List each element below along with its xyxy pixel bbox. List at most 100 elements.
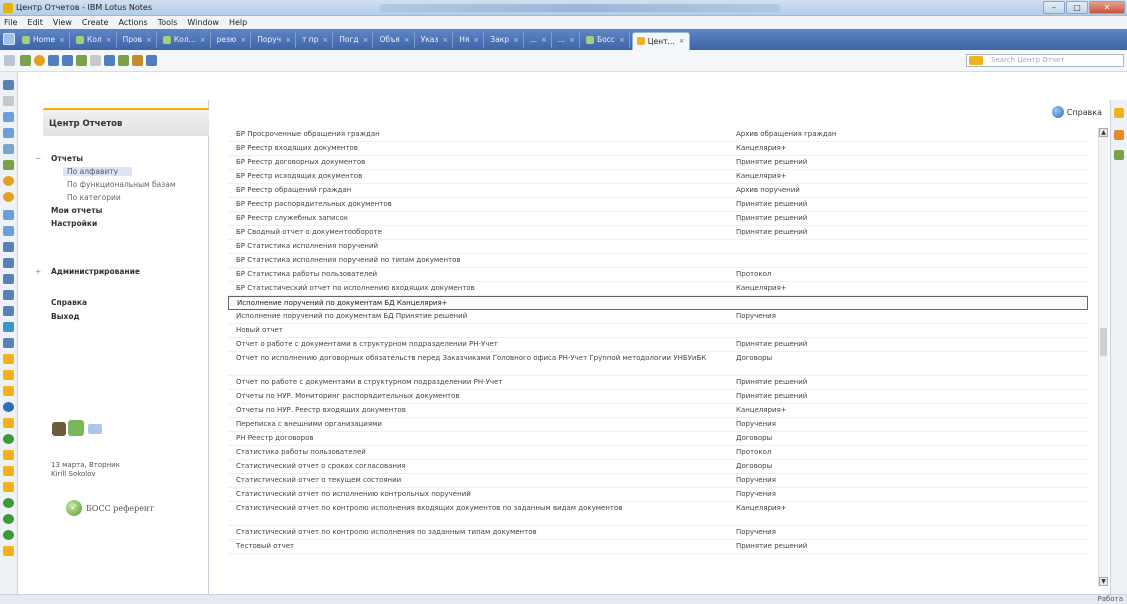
maximize-button[interactable]: □ xyxy=(1066,1,1088,14)
tab-home[interactable]: Home × xyxy=(18,31,71,48)
tab-doc[interactable]: Кол... × xyxy=(159,31,211,48)
nav-by-category[interactable]: По категории xyxy=(67,193,121,202)
admin-expand-toggle[interactable]: + xyxy=(35,267,41,276)
menu-window[interactable]: Window xyxy=(187,18,219,27)
tab-boss[interactable]: Босс × xyxy=(582,31,630,48)
print-icon[interactable] xyxy=(104,55,115,66)
bookmark-icon[interactable] xyxy=(3,290,14,300)
menu-actions[interactable]: Actions xyxy=(118,18,147,27)
report-row[interactable]: БР Статистика работы пользователей Проток… xyxy=(228,268,1088,282)
report-row[interactable]: БР Реестр служебных записок Принятие реше… xyxy=(228,212,1088,226)
report-row[interactable]: БР Реестр договорных документов Принятие … xyxy=(228,156,1088,170)
report-row[interactable]: Статистический отчет о сроках согласован… xyxy=(228,460,1088,474)
search-input[interactable]: Search Центр Отчет xyxy=(966,54,1124,67)
tab-close-icon[interactable]: × xyxy=(404,36,410,44)
report-row[interactable]: БР Реестр распорядительных документов При… xyxy=(228,198,1088,212)
reply-icon[interactable] xyxy=(62,55,73,66)
tab-close-icon[interactable]: × xyxy=(59,36,65,44)
menu-help[interactable]: Help xyxy=(229,18,247,27)
report-row[interactable]: Отчеты по НУР. Реестр входящих документо… xyxy=(228,404,1088,418)
bookmark-icon[interactable] xyxy=(3,354,14,364)
tab-close-icon[interactable]: × xyxy=(569,36,575,44)
report-row[interactable]: БР Просроченные обращения граждан Архив о… xyxy=(228,128,1088,142)
tab-close-icon[interactable]: × xyxy=(363,36,369,44)
sidebar-app-icon[interactable] xyxy=(1114,130,1124,140)
bookmark-icon[interactable] xyxy=(3,192,14,202)
report-row[interactable]: БР Сводный отчет о документообороте Приня… xyxy=(228,226,1088,240)
bookmark-icon[interactable] xyxy=(3,128,14,138)
tab-close-icon[interactable]: × xyxy=(240,36,246,44)
nav-my-reports[interactable]: Мои отчеты xyxy=(51,206,102,215)
bookmark-icon[interactable] xyxy=(3,274,14,284)
menu-view[interactable]: View xyxy=(53,18,72,27)
report-row[interactable]: БР Статистика исполнения поручений по ти… xyxy=(228,254,1088,268)
tab-close-icon[interactable]: × xyxy=(106,36,112,44)
tab-report-center[interactable]: Цент... × xyxy=(631,31,690,50)
scroll-up-icon[interactable]: ▲ xyxy=(1099,128,1108,137)
report-row[interactable]: Отчет по работе с документами в структур… xyxy=(228,376,1088,390)
bookmark-icon[interactable] xyxy=(3,112,14,122)
report-row[interactable]: Тестовый отчет Принятие решений xyxy=(228,540,1088,554)
report-row[interactable]: БР Реестр обращений граждан Архив поручен… xyxy=(228,184,1088,198)
tab-close-icon[interactable]: × xyxy=(513,36,519,44)
nav-settings[interactable]: Настройки xyxy=(51,219,97,228)
report-row[interactable]: БР Реестр исходящих документов Канцелярия… xyxy=(228,170,1088,184)
report-row[interactable]: БР Реестр входящих документов Канцелярия+ xyxy=(228,142,1088,156)
bookmark-icon[interactable] xyxy=(3,306,14,316)
menu-file[interactable]: File xyxy=(4,18,17,27)
report-row[interactable]: Отчет по исполнению договорных обязатель… xyxy=(228,352,1088,376)
tab-doc[interactable]: Поруч × xyxy=(253,31,296,48)
bookmark-icon[interactable] xyxy=(3,338,14,348)
report-row[interactable]: Статистический отчет по исполнению контр… xyxy=(228,488,1088,502)
bookmark-icon[interactable] xyxy=(3,466,14,476)
tab-close-icon[interactable]: × xyxy=(285,36,291,44)
tab-close-icon[interactable]: × xyxy=(322,36,328,44)
report-row[interactable]: БР Статистика исполнения поручений xyxy=(228,240,1088,254)
tab-doc[interactable]: Ня × xyxy=(455,31,485,48)
search-icon[interactable] xyxy=(132,55,143,66)
bookmark-icon[interactable] xyxy=(3,498,14,508)
tab-close-icon[interactable]: × xyxy=(541,36,547,44)
nav-by-alphabet[interactable]: По алфавиту xyxy=(63,167,133,176)
bookmark-icon[interactable] xyxy=(3,434,14,444)
report-row[interactable]: Статистический отчет по контролю исполне… xyxy=(228,526,1088,540)
mail-icon[interactable] xyxy=(88,424,102,434)
report-row[interactable]: Исполнение поручений по документам БД Пр… xyxy=(228,310,1088,324)
reports-collapse-toggle[interactable]: − xyxy=(35,154,41,163)
notes-icon[interactable] xyxy=(68,420,84,436)
move-icon[interactable] xyxy=(76,55,87,66)
report-row[interactable]: Статистический отчет по контролю исполне… xyxy=(228,502,1088,526)
search-scope-icon[interactable] xyxy=(969,56,983,65)
minimize-button[interactable]: – xyxy=(1043,1,1065,14)
bookmark-icon[interactable] xyxy=(3,546,14,556)
bookmark-icon[interactable] xyxy=(3,80,14,90)
report-row[interactable]: Новый отчет xyxy=(228,324,1088,338)
bookmark-icon[interactable] xyxy=(3,402,14,412)
tab-doc[interactable]: Объя × xyxy=(375,31,415,48)
refresh-icon[interactable] xyxy=(146,55,157,66)
bookmark-icon[interactable] xyxy=(3,258,14,268)
report-row[interactable]: БР Статистический отчет по исполнению вх… xyxy=(228,282,1088,296)
nav-reports[interactable]: Отчеты xyxy=(51,154,83,163)
tab-doc[interactable]: Закр × xyxy=(486,31,524,48)
replicate-icon[interactable] xyxy=(34,55,45,66)
tab-close-icon[interactable]: × xyxy=(200,36,206,44)
new-icon[interactable] xyxy=(4,55,15,66)
bookmark-icon[interactable] xyxy=(3,450,14,460)
report-row[interactable]: Отчет о работе с документами в структурн… xyxy=(228,338,1088,352)
tab-close-icon[interactable]: × xyxy=(442,36,448,44)
report-row[interactable]: Переписка с внешними организациями Поруче… xyxy=(228,418,1088,432)
bookmark-icon[interactable] xyxy=(3,370,14,380)
report-row[interactable]: Исполнение поручений по документам БД Ка… xyxy=(228,296,1088,310)
bookmark-icon[interactable] xyxy=(3,96,14,106)
report-row[interactable]: Статистический отчет о текущем состоянии… xyxy=(228,474,1088,488)
bookmark-icon[interactable] xyxy=(3,514,14,524)
tab-doc[interactable]: Указ × xyxy=(417,31,454,48)
sidebar-app-icon[interactable] xyxy=(1114,108,1124,118)
bookmark-icon[interactable] xyxy=(3,210,14,220)
bookmark-icon[interactable] xyxy=(3,386,14,396)
bookmark-icon[interactable] xyxy=(3,176,14,186)
tab-doc[interactable]: резю × xyxy=(213,31,252,48)
nav-exit[interactable]: Выход xyxy=(51,312,80,321)
boss-referent-link[interactable]: ✓ БОСС референт xyxy=(66,500,154,516)
